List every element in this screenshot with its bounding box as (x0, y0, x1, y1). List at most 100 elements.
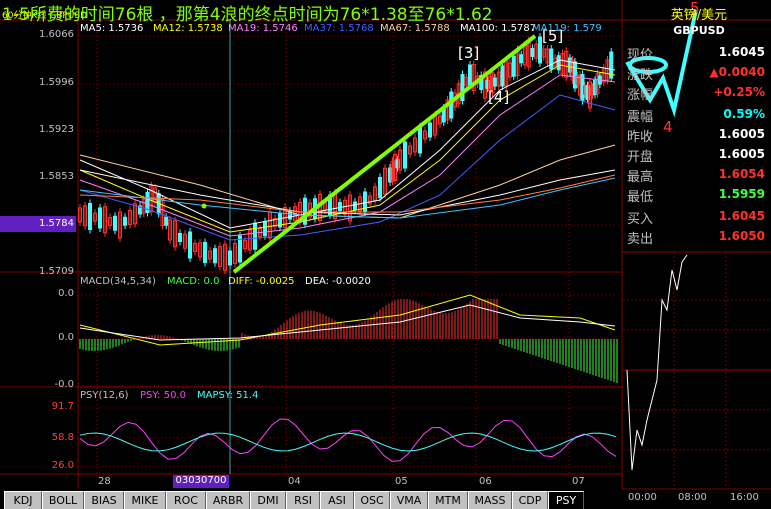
candle-body (468, 64, 472, 86)
quote-row: 最高 1.6054 (627, 164, 767, 185)
ma67-label: MA67: 1.5788 (380, 23, 450, 34)
ma19-label: MA19: 1.5746 (228, 23, 298, 34)
candle-body (460, 74, 465, 101)
candle-body (203, 242, 207, 263)
macd-axis-label: 0.0 (58, 288, 74, 299)
mini-chart-time-label: 08:00 (678, 492, 707, 503)
quote-row-value: 1.5959 (718, 187, 765, 201)
quote-row-label: 震幅 (627, 110, 654, 125)
trading-terminal: 60分钟K线 GBPUSD 1-5所费的时间76根 ，那第4浪的终点时间为76*… (0, 0, 771, 509)
quote-row-label: 昨收 (627, 130, 654, 145)
tab-cdp[interactable]: CDP (512, 491, 548, 509)
marker-dot (201, 203, 207, 209)
quote-row-value: 1.6045 (718, 45, 765, 59)
candle-body (500, 65, 505, 87)
mini-chart-time-label: 00:00 (628, 492, 657, 503)
candle-body (123, 216, 127, 226)
quote-panel-code: GBPUSD (673, 24, 725, 37)
wave-annotation-title: 1-5所费的时间76根 ，那第4浪的终点时间为76*1.38至76*1.62 (2, 5, 493, 25)
tab-mike[interactable]: MIKE (124, 491, 166, 509)
tab-osc[interactable]: OSC (354, 491, 390, 509)
tab-boll[interactable]: BOLL (42, 491, 84, 509)
candle-body (418, 126, 422, 154)
candle-body (263, 221, 267, 237)
psy-axis-label: 91.7 (51, 401, 74, 412)
quote-panel-title: 英镑/美元 (670, 8, 728, 23)
tab-mass[interactable]: MASS (468, 491, 512, 509)
tab-arbr[interactable]: ARBR (206, 491, 250, 509)
candle-body (378, 177, 382, 198)
quote-row-value: +0.25% (713, 85, 765, 99)
intraday-price-line (626, 254, 688, 471)
tab-mtm[interactable]: MTM (428, 491, 468, 509)
candle-body (363, 191, 367, 213)
candle-body (178, 233, 182, 242)
wave-label-3: [3] (458, 44, 480, 62)
candle-body (556, 55, 561, 71)
candle-body (511, 55, 516, 77)
tab-psy[interactable]: PSY (548, 491, 584, 509)
candle-body (228, 250, 232, 266)
quote-row-label: 现价 (627, 48, 654, 63)
price-axis-label: 1.5709 (39, 266, 74, 277)
wave-label-4: [4] (488, 88, 510, 106)
tab-roc[interactable]: ROC (166, 491, 206, 509)
wave-label-5: [5] (542, 27, 564, 45)
macd-axis-label: 0.0 (58, 332, 74, 343)
macd-title: MACD(34,5,34) (80, 276, 156, 287)
quote-row: 现价 1.6045 (627, 42, 767, 63)
ma100-label: MA100: 1.5787 (460, 23, 537, 34)
x-axis-label: 05 (395, 476, 408, 487)
quote-row-label: 最高 (627, 170, 654, 185)
quote-row: 卖出 1.6050 (627, 226, 767, 247)
candle-body (113, 215, 117, 231)
candle-body (493, 77, 497, 87)
quote-row-label: 最低 (627, 190, 654, 205)
quote-row-value: 1.6005 (718, 127, 765, 141)
tab-asi[interactable]: ASI (320, 491, 354, 509)
cursor-date-label: 03030700 (173, 475, 229, 488)
tab-bias[interactable]: BIAS (84, 491, 124, 509)
candle-body (530, 48, 535, 57)
tab-dmi[interactable]: DMI (250, 491, 286, 509)
quote-row-value: 1.6045 (718, 209, 765, 223)
candle-body (549, 48, 554, 70)
price-axis-label: 1.5996 (39, 77, 74, 88)
quote-row-label: 卖出 (627, 232, 654, 247)
macd-diff-label: DIFF: -0.0025 (228, 276, 295, 287)
macd-axis-label: -0.0 (54, 379, 74, 390)
psy-value-label: PSY: 50.0 (140, 390, 186, 401)
mapsy-value-label: MAPSY: 51.4 (197, 390, 259, 401)
quote-row-label: 涨跌 (627, 68, 654, 83)
macd-value-label: MACD: 0.0 (167, 276, 220, 287)
quote-row-label: 买入 (627, 212, 654, 227)
quote-row-label: 涨幅 (627, 88, 654, 103)
price-axis-label: 1.6066 (39, 29, 74, 40)
psy-axis-label: 26.0 (51, 460, 74, 471)
candle-body (164, 216, 169, 226)
price-axis-label-current: 1.5784 (39, 218, 74, 229)
candle-body (188, 231, 192, 259)
x-axis-label: 28 (98, 476, 111, 487)
mini-chart-time-label: 16:00 (730, 492, 759, 503)
candle-body (403, 141, 407, 169)
quote-row: 涨幅 +0.25% (627, 82, 767, 103)
tab-rsi[interactable]: RSI (286, 491, 320, 509)
tab-vma[interactable]: VMA (390, 491, 428, 509)
tab-kdj[interactable]: KDJ (4, 491, 42, 509)
quote-row: 涨跌 ▲0.0040 (627, 62, 767, 83)
candle-body (253, 222, 257, 250)
price-axis-label: 1.5853 (39, 171, 74, 182)
candle-body (353, 201, 357, 211)
x-axis-label: 06 (479, 476, 492, 487)
quote-row-value: ▲0.0040 (709, 65, 765, 79)
wave-trend-line (232, 34, 537, 274)
x-axis-label: 04 (288, 476, 301, 487)
ma12-label: MA12: 1.5738 (153, 23, 223, 34)
x-axis-label: 07 (572, 476, 585, 487)
candle-body (519, 54, 524, 64)
quote-row-value: 1.6050 (718, 229, 765, 243)
quote-row: 开盘 1.6005 (627, 144, 767, 165)
quote-row: 最低 1.5959 (627, 184, 767, 205)
quote-row-value: 0.59% (723, 107, 765, 121)
